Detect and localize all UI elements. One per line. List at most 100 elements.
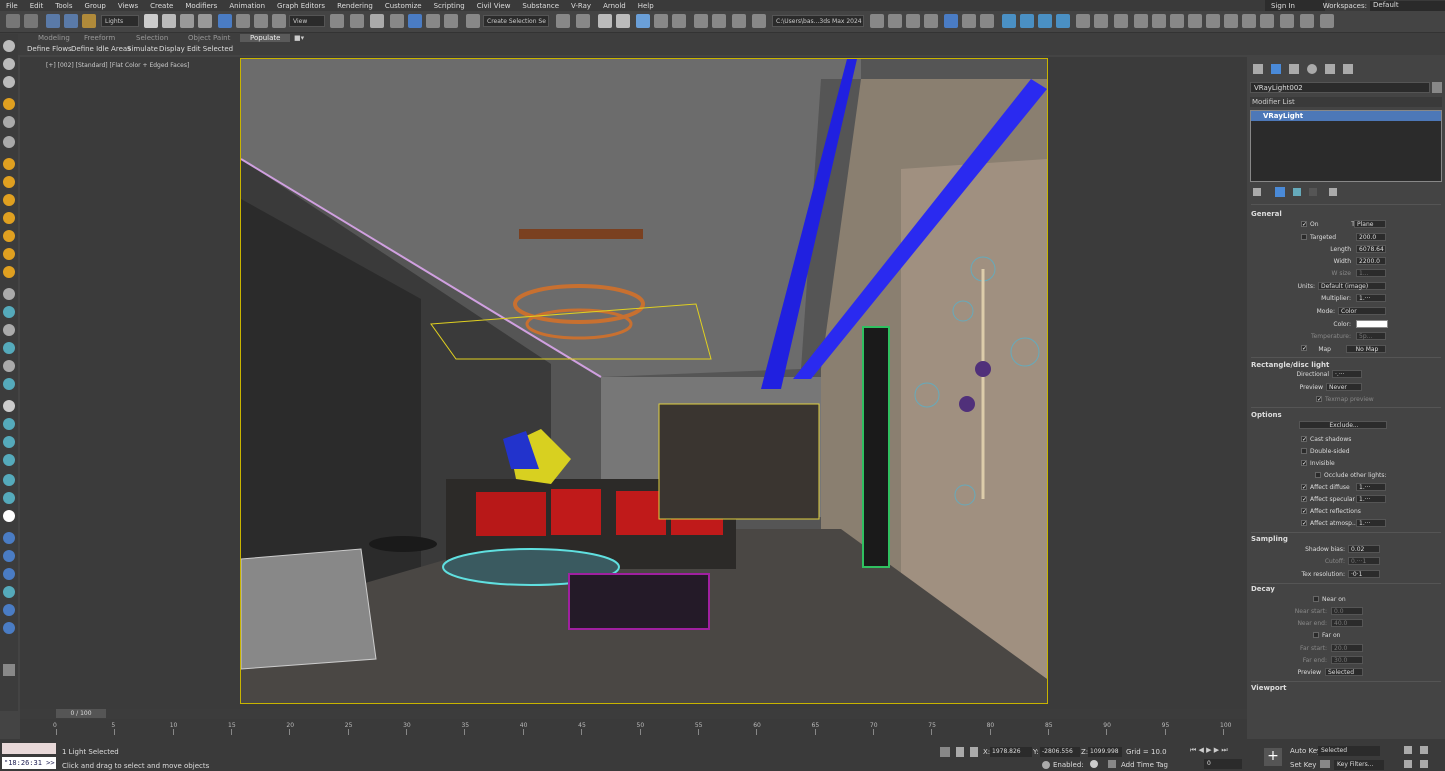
playback-controls[interactable]: ⏮ ◀ ▶ ▶ ⏭	[1190, 746, 1250, 756]
far-on-checkbox[interactable]	[1313, 632, 1319, 638]
undo-icon[interactable]	[6, 14, 20, 28]
decay-rollout-header[interactable]: Decay	[1251, 585, 1275, 593]
vray-tool-11-icon[interactable]	[1242, 14, 1256, 28]
curve-editor-icon[interactable]	[654, 14, 668, 28]
modify-tab-icon[interactable]	[1271, 64, 1281, 74]
vray-tool-9-icon[interactable]	[1206, 14, 1220, 28]
option-value-field[interactable]: 1.···	[1356, 519, 1386, 527]
vray-tool-3-icon[interactable]	[906, 14, 920, 28]
general-rollout-header[interactable]: General	[1251, 210, 1282, 218]
define-flows-button[interactable]: Define Flows	[27, 45, 72, 53]
menu-v-ray[interactable]: V-Ray	[565, 2, 597, 10]
ies-light-icon[interactable]	[3, 248, 15, 260]
vray-dome-icon[interactable]	[1020, 14, 1034, 28]
expand-arrow-icon[interactable]	[3, 664, 15, 676]
tab-populate[interactable]: Populate	[240, 34, 291, 42]
map-button[interactable]: No Map	[1346, 345, 1386, 353]
vray-tool-5-icon[interactable]	[962, 14, 976, 28]
render-icon[interactable]	[752, 14, 766, 28]
sign-in-button[interactable]: Sign In	[1265, 0, 1325, 11]
vray-tool-1-icon[interactable]	[870, 14, 884, 28]
vray-tool-i-icon[interactable]	[3, 586, 15, 598]
select-by-name-icon[interactable]	[162, 14, 176, 28]
hand-icon[interactable]	[3, 360, 15, 372]
option-checkbox[interactable]: ✓	[1301, 508, 1307, 515]
x-coordinate-field[interactable]: 1978.826	[990, 747, 1032, 757]
temperature-field[interactable]: 5p...	[1356, 332, 1386, 340]
menu-create[interactable]: Create	[144, 2, 179, 10]
omni-light-icon[interactable]	[3, 194, 15, 206]
set-key-icon[interactable]: +	[1264, 748, 1282, 766]
align-icon[interactable]	[576, 14, 590, 28]
menu-file[interactable]: File	[0, 2, 24, 10]
timeline[interactable]: 0 / 100 0 5 10 15 20 25 30 35 40 45 50 55 60 65 70 75 80…	[20, 709, 1247, 739]
vray-tool-k-icon[interactable]	[3, 622, 15, 634]
on-checkbox[interactable]: ✓	[1301, 221, 1307, 228]
vray-tool-h-icon[interactable]	[3, 568, 15, 580]
pin-stack-icon[interactable]	[1253, 188, 1261, 196]
menu-edit[interactable]: Edit	[24, 2, 50, 10]
zoom-icon[interactable]	[1404, 746, 1412, 754]
edit-selected-button[interactable]: Edit Selected	[187, 45, 233, 53]
y-coordinate-field[interactable]: -2806.556	[1040, 747, 1080, 757]
tab-freeform[interactable]: Freeform	[84, 34, 115, 42]
near-on-checkbox[interactable]	[1313, 596, 1319, 602]
option-checkbox[interactable]: ✓	[1301, 496, 1307, 503]
cutoff-field[interactable]: 0.···1	[1348, 557, 1380, 565]
option-checkbox[interactable]: ✓	[1301, 520, 1307, 527]
menu-scripting[interactable]: Scripting	[428, 2, 471, 10]
show-end-result-icon[interactable]	[1275, 187, 1285, 197]
display-button[interactable]: Display	[159, 45, 185, 53]
schematic-view-icon[interactable]	[672, 14, 686, 28]
select-manipulate-icon[interactable]	[350, 14, 364, 28]
current-frame-field[interactable]: 0	[1204, 759, 1242, 769]
create-tab-icon[interactable]	[1253, 64, 1263, 74]
vray-mesh-icon[interactable]	[1134, 14, 1148, 28]
material-editor-icon[interactable]	[694, 14, 708, 28]
simulate-button[interactable]: Simulate	[127, 45, 158, 53]
menu-arnold[interactable]: Arnold	[597, 2, 632, 10]
vray-tool-10-icon[interactable]	[1224, 14, 1238, 28]
vray-light-icon[interactable]	[1002, 14, 1016, 28]
menu-rendering[interactable]: Rendering	[331, 2, 379, 10]
menu-animation[interactable]: Animation	[223, 2, 271, 10]
tab-object-paint[interactable]: Object Paint	[188, 34, 230, 42]
key-filters-button[interactable]: Key Filters...	[1334, 760, 1384, 770]
vray-tool-a-icon[interactable]	[3, 378, 15, 390]
lamp-icon[interactable]	[3, 230, 15, 242]
vray-proxy-icon[interactable]	[1076, 14, 1090, 28]
menu-group[interactable]: Group	[79, 2, 112, 10]
menu-substance[interactable]: Substance	[516, 2, 565, 10]
light-color-swatch[interactable]	[1356, 320, 1388, 328]
vray-tool-4-icon[interactable]	[924, 14, 938, 28]
remove-modifier-icon[interactable]	[1309, 188, 1317, 196]
menu-help[interactable]: Help	[632, 2, 660, 10]
viewport-rollout-header[interactable]: Viewport	[1251, 684, 1287, 692]
render-setup-icon[interactable]	[712, 14, 726, 28]
keyboard-shortcut-icon[interactable]	[370, 14, 384, 28]
selection-filter-dropdown[interactable]: Lights	[101, 15, 139, 27]
reference-coordinate-dropdown[interactable]: View	[289, 15, 325, 27]
rect-selection-icon[interactable]	[180, 14, 194, 28]
viewport-label[interactable]: [+] [002] [Standard] [Flat Color + Edged…	[46, 62, 189, 69]
vray-tool-15-icon[interactable]	[1320, 14, 1334, 28]
set-key-button[interactable]: Set Key	[1290, 761, 1316, 769]
vray-fur-icon[interactable]	[1114, 14, 1128, 28]
toggle-ribbon-icon[interactable]	[636, 14, 650, 28]
menu-tools[interactable]: Tools	[49, 2, 78, 10]
vray-tool-8-icon[interactable]	[1188, 14, 1202, 28]
vray-tool-j-icon[interactable]	[3, 604, 15, 616]
sun-icon[interactable]	[3, 266, 15, 278]
tube-icon[interactable]	[3, 342, 15, 354]
display-tab-icon[interactable]	[1325, 64, 1335, 74]
maxscript-output[interactable]: "18:26:31 >>	[2, 757, 56, 769]
project-folder-dropdown[interactable]: C:\Users\bas...3ds Max 2024	[772, 15, 864, 27]
vray-tool-6-icon[interactable]	[980, 14, 994, 28]
vray-sun-icon[interactable]	[1056, 14, 1070, 28]
options-rollout-header[interactable]: Options	[1251, 411, 1282, 419]
snaps-toggle-icon[interactable]	[390, 14, 404, 28]
motion-tab-icon[interactable]	[1307, 64, 1317, 74]
helper-icon[interactable]	[3, 116, 15, 128]
selection-lock-icon[interactable]	[956, 747, 964, 757]
vray-frame-buffer-icon[interactable]	[944, 14, 958, 28]
